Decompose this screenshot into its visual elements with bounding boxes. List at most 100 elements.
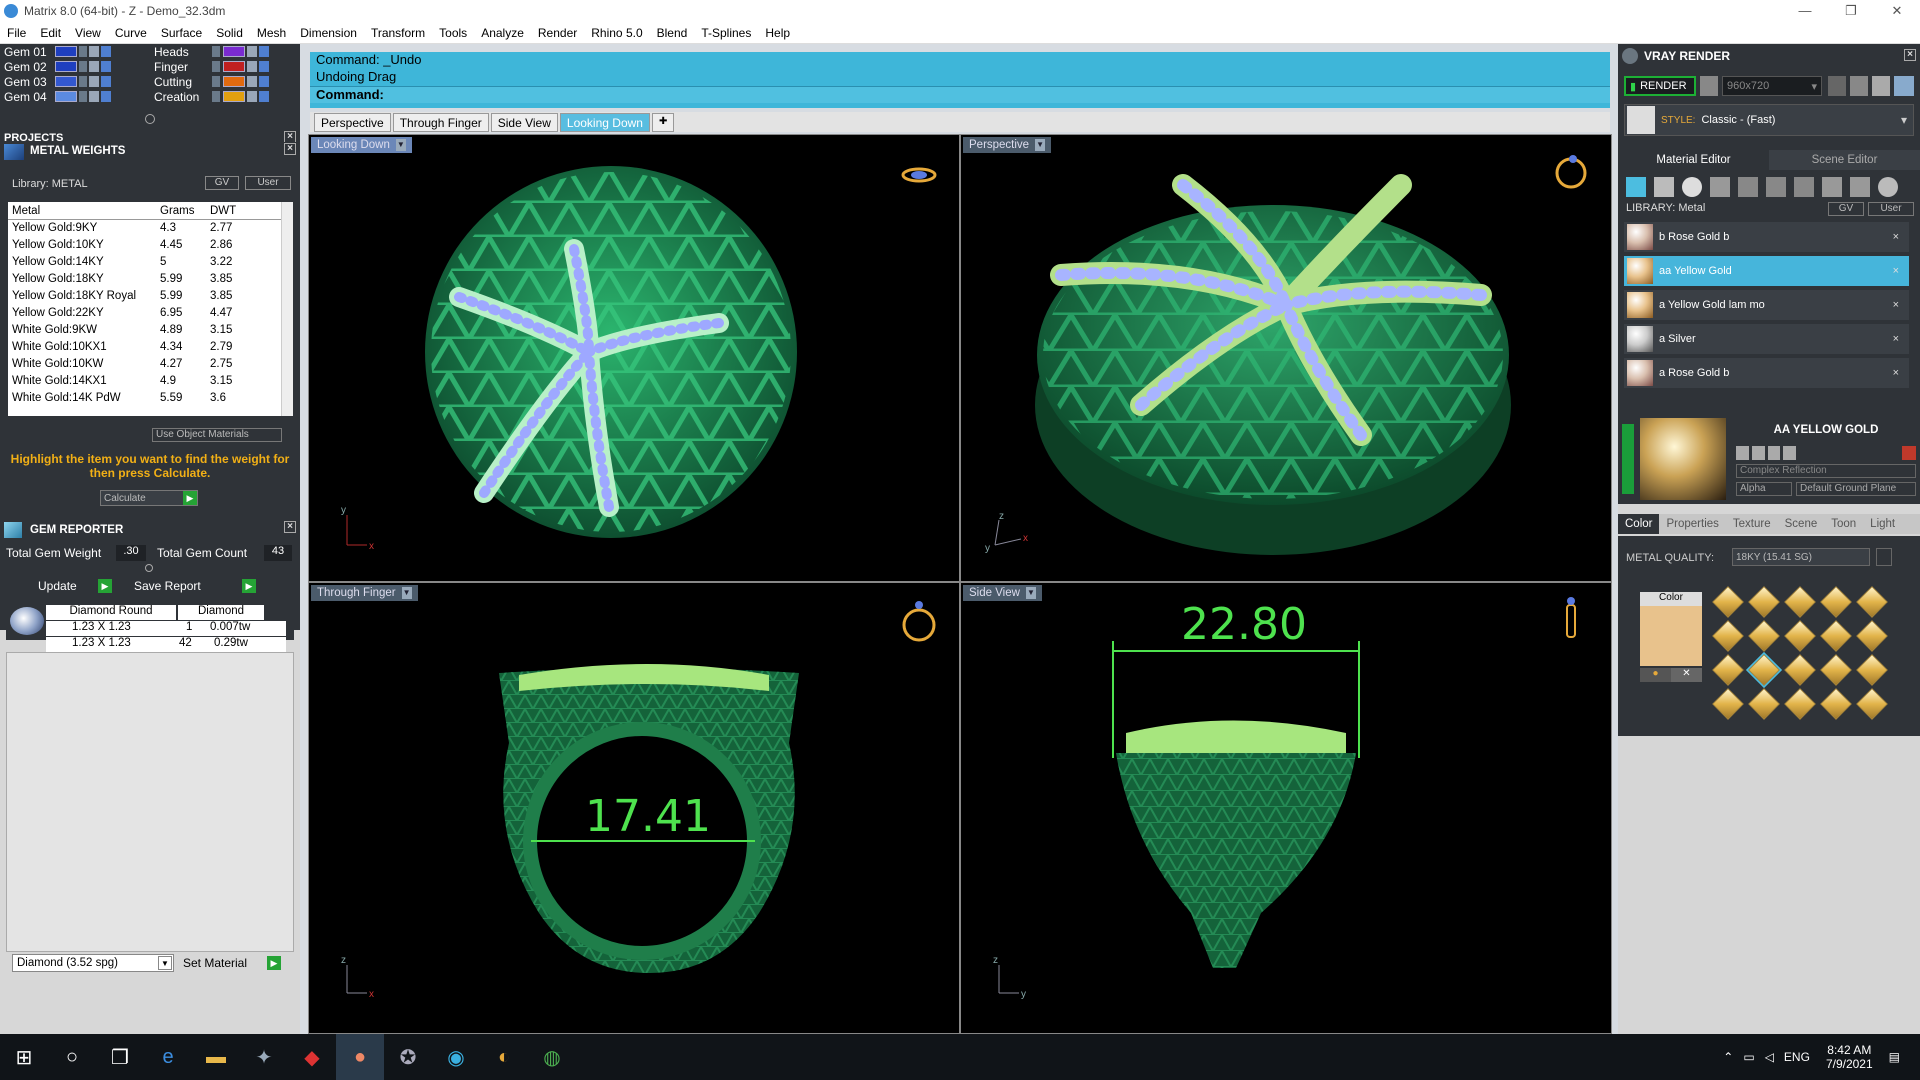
metal-preset[interactable] xyxy=(1856,654,1888,686)
viewport-label[interactable]: Perspective ▼ xyxy=(963,137,1052,153)
command-input[interactable]: Command: xyxy=(310,86,1610,103)
chrome-icon[interactable]: ◍ xyxy=(528,1034,576,1080)
paint-icon[interactable] xyxy=(1850,177,1870,197)
save-report-button[interactable]: Save Report ▶ xyxy=(134,578,256,594)
metal-preset[interactable] xyxy=(1748,586,1780,618)
delete-icon[interactable]: × xyxy=(1893,333,1899,345)
column-header-grams[interactable]: Grams xyxy=(156,202,207,220)
brush-icon[interactable] xyxy=(1822,177,1842,197)
matrix-icon[interactable]: ◉ xyxy=(432,1034,480,1080)
material-item[interactable]: a Silver × xyxy=(1624,324,1909,354)
rhino-icon[interactable]: ✪ xyxy=(384,1034,432,1080)
refresh-icon[interactable] xyxy=(1902,446,1916,460)
lock-icon[interactable] xyxy=(247,91,257,102)
material-item[interactable]: a Rose Gold b × xyxy=(1624,358,1909,388)
menu-mesh[interactable]: Mesh xyxy=(250,26,293,40)
bulb-icon[interactable] xyxy=(101,46,111,57)
file-explorer-icon[interactable]: ▬ xyxy=(192,1034,240,1080)
metal-preset[interactable] xyxy=(1712,586,1744,618)
layer-row[interactable]: Gem 03 xyxy=(4,74,111,89)
use-object-materials-toggle[interactable]: Use Object Materials xyxy=(152,428,282,442)
menu-transform[interactable]: Transform xyxy=(364,26,432,40)
network-icon[interactable]: ▭ xyxy=(1743,1050,1754,1064)
delete-icon[interactable]: × xyxy=(1893,265,1899,277)
lock-icon[interactable] xyxy=(247,76,257,87)
metal-preset[interactable] xyxy=(1748,620,1780,652)
clock[interactable]: 8:42 AM 7/9/2021 xyxy=(1826,1043,1873,1071)
table-row[interactable]: White Gold:14KX1 4.9 3.15 xyxy=(8,372,283,390)
column-header-dwt[interactable]: DWT xyxy=(206,202,283,220)
gv-toggle[interactable]: GV xyxy=(205,176,239,190)
metal-preset[interactable] xyxy=(1748,688,1780,720)
close-icon[interactable]: × xyxy=(1904,49,1916,61)
arrow-icon[interactable] xyxy=(79,46,87,57)
table-row[interactable]: White Gold:10KW 4.27 2.75 xyxy=(8,355,283,373)
square-icon[interactable] xyxy=(1710,177,1730,197)
tab-looking-down[interactable]: Looking Down xyxy=(559,113,650,132)
metal-preset[interactable] xyxy=(1784,586,1816,618)
layer-row[interactable]: Gem 01 xyxy=(4,44,111,59)
render-button[interactable]: ▮ RENDER xyxy=(1624,76,1696,96)
tab-scene-editor[interactable]: Scene Editor xyxy=(1769,150,1920,170)
camera-icon[interactable] xyxy=(1700,76,1718,96)
viewport-perspective[interactable]: Perspective ▼ z y x xyxy=(960,134,1612,582)
table-row[interactable]: Yellow Gold:14KY 5 3.22 xyxy=(8,253,283,271)
gem-row[interactable]: 1.23 X 1.23 1 0.007tw xyxy=(46,621,286,636)
grid-icon[interactable] xyxy=(1872,76,1890,96)
render-app-icon[interactable]: ◐ xyxy=(480,1034,528,1080)
layer-color-swatch[interactable] xyxy=(223,76,245,87)
material-select[interactable]: Diamond (3.52 spg) ▼ xyxy=(12,954,174,972)
bulb-icon[interactable] xyxy=(259,46,269,57)
lock-icon[interactable] xyxy=(89,76,99,87)
viewport-looking-down[interactable]: Looking Down ▼ y x xyxy=(308,134,960,582)
maximize-button[interactable]: ❐ xyxy=(1828,3,1874,19)
menu-surface[interactable]: Surface xyxy=(154,26,209,40)
table-row[interactable]: White Gold:9KW 4.89 3.15 xyxy=(8,321,283,339)
viewport-side-view[interactable]: Side View ▼ z y 22.80 xyxy=(960,582,1612,1034)
bulb-icon[interactable] xyxy=(101,91,111,102)
layer-color-swatch[interactable] xyxy=(55,46,77,57)
tab-properties[interactable]: Properties xyxy=(1659,514,1725,534)
tab-through-finger[interactable]: Through Finger xyxy=(392,113,489,132)
close-icon[interactable]: × xyxy=(284,143,296,155)
lock-icon[interactable] xyxy=(89,46,99,57)
metal-preset[interactable] xyxy=(1820,620,1852,652)
user-toggle[interactable]: User xyxy=(245,176,291,190)
viewport-label[interactable]: Side View ▼ xyxy=(963,585,1042,601)
table-row[interactable]: White Gold:10KX1 4.34 2.79 xyxy=(8,338,283,356)
lock-icon[interactable] xyxy=(247,46,257,57)
metal-preset[interactable] xyxy=(1856,586,1888,618)
calculate-button[interactable]: Calculate ▶ xyxy=(100,490,198,506)
layer-color-swatch[interactable] xyxy=(55,91,77,102)
texture-icon[interactable] xyxy=(1738,177,1758,197)
arrow-icon[interactable] xyxy=(212,46,220,57)
column-header-metal[interactable]: Metal xyxy=(8,202,157,220)
drop-icon[interactable] xyxy=(1626,177,1646,197)
menu-tools[interactable]: Tools xyxy=(432,26,474,40)
layer-color-swatch[interactable] xyxy=(223,91,245,102)
gem-row[interactable]: 1.23 X 1.23 42 0.29tw xyxy=(46,637,286,652)
metal-preset[interactable] xyxy=(1820,654,1852,686)
close-window-button[interactable]: ✕ xyxy=(1874,3,1920,19)
layer-row[interactable]: Heads xyxy=(154,44,269,59)
user-toggle[interactable]: User xyxy=(1868,202,1914,216)
material-item[interactable]: a Yellow Gold lam mo × xyxy=(1624,290,1909,320)
arrow-icon[interactable] xyxy=(79,91,87,102)
material-item[interactable]: b Rose Gold b × xyxy=(1624,222,1909,252)
metal-preset-selected[interactable] xyxy=(1745,651,1783,689)
layer-row[interactable]: Gem 04 xyxy=(4,89,111,104)
volume-icon[interactable]: ◁ xyxy=(1765,1050,1774,1064)
chevron-down-icon[interactable]: ▼ xyxy=(1035,139,1046,151)
copy-icon[interactable] xyxy=(1751,446,1765,460)
tab-color[interactable]: Color xyxy=(1618,514,1660,534)
expand-icon[interactable] xyxy=(1622,424,1634,494)
delete-icon[interactable]: × xyxy=(1893,299,1899,311)
menu-curve[interactable]: Curve xyxy=(108,26,154,40)
delete-icon[interactable]: × xyxy=(1893,367,1899,379)
metal-preset[interactable] xyxy=(1820,586,1852,618)
picker-icon[interactable]: ● xyxy=(1640,668,1671,682)
zalo-icon[interactable]: ● xyxy=(336,1034,384,1080)
tab-scene[interactable]: Scene xyxy=(1778,514,1825,534)
lock-icon[interactable] xyxy=(89,91,99,102)
metal-preset[interactable] xyxy=(1784,620,1816,652)
